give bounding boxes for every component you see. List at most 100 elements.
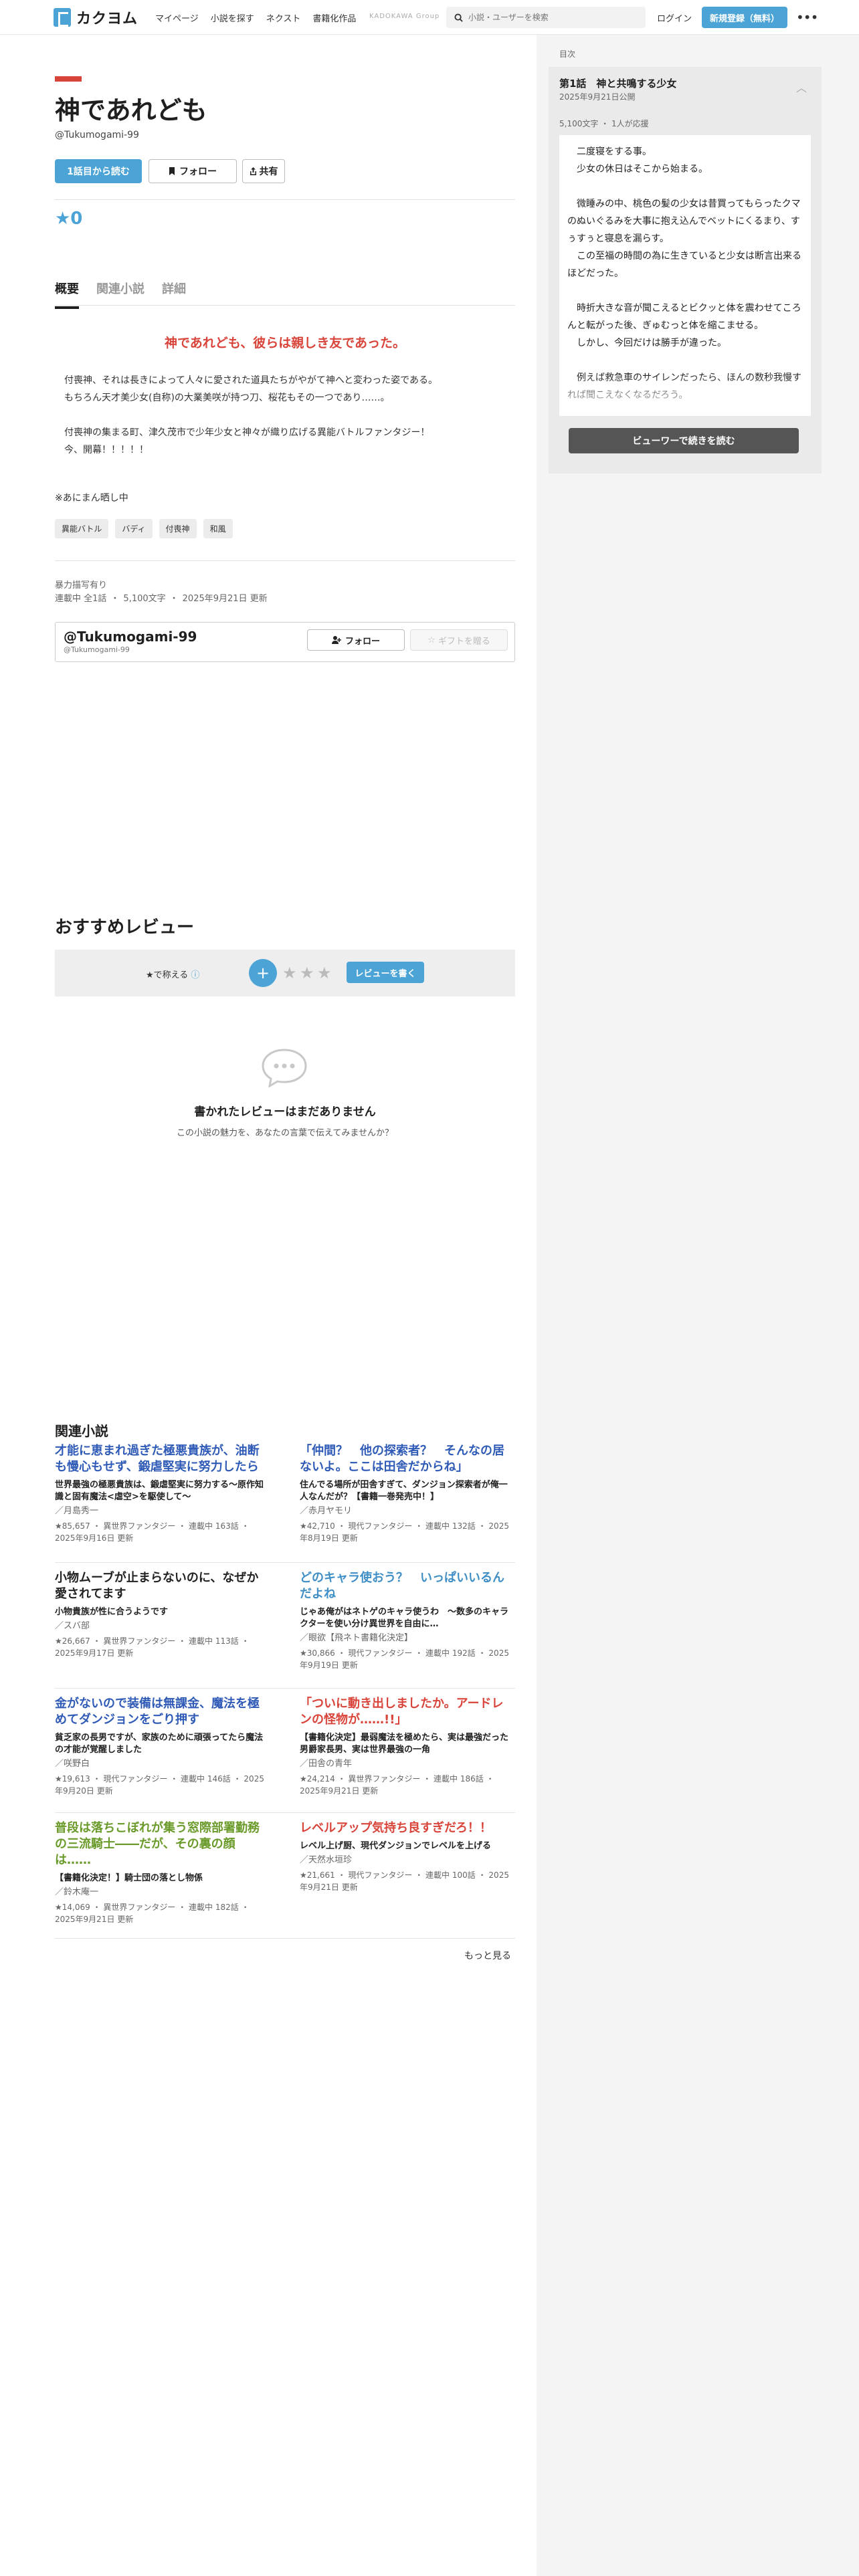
- follow-author-button[interactable]: フォロー: [307, 629, 405, 651]
- logo-text: カクヨム: [76, 11, 138, 27]
- catchphrase: 神であれども、彼らは親しき友であった。: [164, 336, 406, 350]
- related-stars: ★85,657: [55, 1521, 90, 1531]
- review-input-bar: ★で称える ⓘ + ★ ★ ★ レビューを書く: [55, 950, 515, 996]
- related-description[interactable]: 住んでる場所が田舎すぎて、ダンジョン探索者が俺一人なんだが？【書籍一巻発売中！】: [300, 1479, 511, 1503]
- related-title[interactable]: 「ついに動き出しましたか。アードレンの怪物が……!!」: [300, 1696, 511, 1728]
- episode-meta: 5,100文字 ・ 1人が応援: [559, 119, 649, 128]
- login-link[interactable]: ログイン: [657, 11, 692, 24]
- related-title[interactable]: どのキャラ使おう？ いっぱいいるんだよね: [300, 1570, 511, 1602]
- related-genre: 異世界ファンタジー: [103, 1636, 176, 1646]
- episode-date: 2025年9月21日公開: [559, 92, 636, 102]
- work-note: ※あにまん晒し中: [55, 493, 128, 504]
- share-icon: [250, 167, 256, 175]
- related-meta: ★14,069 ・ 異世界ファンタジー ・ 連載中 182話 ・ 2025年9月…: [55, 1903, 250, 1924]
- help-icon[interactable]: ⓘ: [191, 970, 199, 980]
- related-novel[interactable]: 普段は落ちこぼれが集う窓際部署勤務の三流騎士――だが、その裏の顔は…… 【書籍化決…: [55, 1820, 266, 1925]
- chevron-up-icon[interactable]: ︿: [796, 79, 807, 95]
- star-icon[interactable]: ★: [317, 964, 332, 982]
- related-stars: ★19,613: [55, 1774, 90, 1784]
- related-title[interactable]: 金がないので装備は無課金、魔法を極めてダンジョンをごり押す: [55, 1696, 266, 1728]
- related-status: 連載中 132話: [425, 1521, 476, 1531]
- episode-title[interactable]: 第1話 神と共鳴する少女: [559, 76, 676, 90]
- follow-work-button[interactable]: フォロー: [149, 159, 237, 183]
- divider: [55, 1688, 515, 1689]
- search-box[interactable]: [446, 7, 646, 28]
- related-author[interactable]: ／赤月ヤモリ: [300, 1503, 511, 1516]
- related-novel[interactable]: どのキャラ使おう？ いっぱいいるんだよねじゃあ俺がはネトゲのキャラ使うわ 〜数多…: [300, 1570, 511, 1671]
- tag[interactable]: 異能バトル: [55, 519, 109, 538]
- related-author[interactable]: ／咲野白: [55, 1756, 266, 1769]
- tag[interactable]: 和風: [203, 519, 233, 538]
- genre-color-bar: [55, 76, 82, 82]
- related-genre: 異世界ファンタジー: [103, 1903, 176, 1912]
- praise-label: ★で称える ⓘ: [146, 970, 200, 980]
- kadokawa-group-label: KADOKAWA Group: [369, 13, 440, 20]
- related-novel[interactable]: 「仲間？ 他の探索者？ そんなの居ないよ。ここは田舎だからね」住んでる場所が田舎…: [300, 1443, 511, 1544]
- related-author[interactable]: ／天然水垣珍: [300, 1852, 511, 1865]
- toc-label: 目次: [559, 49, 576, 59]
- related-author[interactable]: ／田舎の青年: [300, 1756, 511, 1769]
- divider: [55, 1562, 515, 1563]
- nav-published[interactable]: 書籍化作品: [312, 11, 356, 24]
- related-updated: 2025年9月21日 更新: [55, 1915, 134, 1924]
- tag[interactable]: バディ: [115, 519, 153, 538]
- related-author[interactable]: ／鈴木庵一: [55, 1885, 266, 1897]
- related-title[interactable]: 小物ムーブが止まらないのに、なぜか愛されてます: [55, 1570, 266, 1602]
- gift-label: ギフトを贈る: [438, 636, 490, 647]
- author-name[interactable]: @Tukumogami-99: [64, 629, 197, 645]
- more-menu-icon[interactable]: •••: [796, 9, 818, 25]
- no-reviews-title: 書かれたレビューはまだありません: [194, 1105, 376, 1119]
- nav-next[interactable]: ネクスト: [266, 11, 301, 24]
- related-novel[interactable]: 金がないので装備は無課金、魔法を極めてダンジョンをごり押す貧乏家の長男ですが、家…: [55, 1696, 266, 1797]
- related-novel[interactable]: 小物ムーブが止まらないのに、なぜか愛されてます小物貴族が性に合うようです ／スバ部…: [55, 1570, 266, 1659]
- related-description[interactable]: 貧乏家の長男ですが、家族のために頑張ってたら魔法の才能が覚醒しました: [55, 1732, 266, 1756]
- search-input[interactable]: [468, 13, 636, 22]
- related-status: 連載中 100話: [425, 1870, 476, 1880]
- site-logo[interactable]: カクヨム: [54, 7, 138, 27]
- related-stars: ★14,069: [55, 1903, 90, 1912]
- introduction: 付喪神、それは長きによって人々に愛された道具たちがやがて神へと変わった姿である。…: [64, 375, 438, 455]
- related-status: 連載中 146話: [181, 1774, 231, 1784]
- related-author[interactable]: ／月島秀一: [55, 1503, 266, 1516]
- related-genre: 異世界ファンタジー: [348, 1774, 421, 1784]
- more-link[interactable]: もっと見る: [464, 1949, 511, 1962]
- viewer-button[interactable]: ビューワーで続きを読む: [569, 428, 799, 453]
- read-first-button[interactable]: 1話目から読む: [55, 159, 142, 183]
- gift-button[interactable]: ☆ ギフトを贈る: [410, 629, 508, 651]
- add-star-button[interactable]: +: [249, 959, 277, 987]
- related-description[interactable]: 【書籍化決定！】騎士団の落とし物係: [55, 1872, 266, 1885]
- related-description[interactable]: 世界最強の極悪貴族は、鍛虐堅実に努力する〜原作知識と固有魔法<虐空>を駆使して〜: [55, 1479, 266, 1503]
- related-meta: ★26,667 ・ 異世界ファンタジー ・ 連載中 113話 ・ 2025年9月…: [55, 1636, 250, 1658]
- related-heading: 関連小説: [55, 1423, 108, 1439]
- follow-author-label: フォロー: [345, 636, 380, 647]
- divider: [55, 560, 515, 561]
- write-review-button[interactable]: レビューを書く: [347, 962, 424, 983]
- related-author[interactable]: ／スバ部: [55, 1618, 266, 1631]
- star-icon[interactable]: ★: [282, 964, 297, 982]
- author-link[interactable]: @Tukumogami-99: [55, 130, 139, 140]
- nav-mypage[interactable]: マイページ: [155, 11, 199, 24]
- related-title[interactable]: 才能に恵まれ過ぎた極悪貴族が、油断も慢心もせず、鍛虐堅実に努力したら: [55, 1443, 266, 1475]
- nav-search-novels[interactable]: 小説を探す: [211, 11, 254, 24]
- related-title[interactable]: レベルアップ気持ち良すぎだろ！！: [300, 1820, 511, 1836]
- related-title[interactable]: 普段は落ちこぼれが集う窓際部署勤務の三流騎士――だが、その裏の顔は……: [55, 1820, 266, 1868]
- star-icon[interactable]: ★: [300, 964, 314, 982]
- share-label: 共有: [259, 167, 278, 177]
- share-button[interactable]: 共有: [242, 159, 285, 183]
- signup-button[interactable]: 新規登録（無料）: [702, 7, 787, 28]
- related-description[interactable]: じゃあ俺がはネトゲのキャラ使うわ 〜数多のキャラクターを使い分け異世界を自由に…: [300, 1606, 511, 1630]
- related-novel[interactable]: 「ついに動き出しましたか。アードレンの怪物が……!!」【書籍化決定】最弱魔法を極…: [300, 1696, 511, 1797]
- main-nav: マイページ 小説を探す ネクスト 書籍化作品: [155, 11, 356, 24]
- tag[interactable]: 付喪神: [159, 519, 197, 538]
- related-status: 連載中 192話: [425, 1648, 476, 1658]
- related-author[interactable]: ／眼欲【飛ネト書籍化決定】: [300, 1630, 511, 1643]
- related-description[interactable]: 小物貴族が性に合うようです: [55, 1606, 266, 1618]
- related-novel[interactable]: 才能に恵まれ過ぎた極悪貴族が、油断も慢心もせず、鍛虐堅実に努力したら世界最強の極…: [55, 1443, 266, 1544]
- related-novel[interactable]: レベルアップ気持ち良すぎだろ！！ レベル上げ厨、現代ダンジョンでレベルを上げる ／天…: [300, 1820, 511, 1893]
- episode-text: 二度寝をする事。 少女の休日はそこから始まる。 微睡みの中、桃色の髪の少女は昔買…: [567, 146, 801, 401]
- related-description[interactable]: レベル上げ厨、現代ダンジョンでレベルを上げる: [300, 1840, 511, 1852]
- related-description[interactable]: 【書籍化決定】最弱魔法を極めたら、実は最強だった男爵家長男、実は世界最強の一角: [300, 1732, 511, 1756]
- divider: [55, 1812, 515, 1813]
- related-updated: 2025年9月16日 更新: [55, 1533, 134, 1543]
- related-title[interactable]: 「仲間？ 他の探索者？ そんなの居ないよ。ここは田舎だからね」: [300, 1443, 511, 1475]
